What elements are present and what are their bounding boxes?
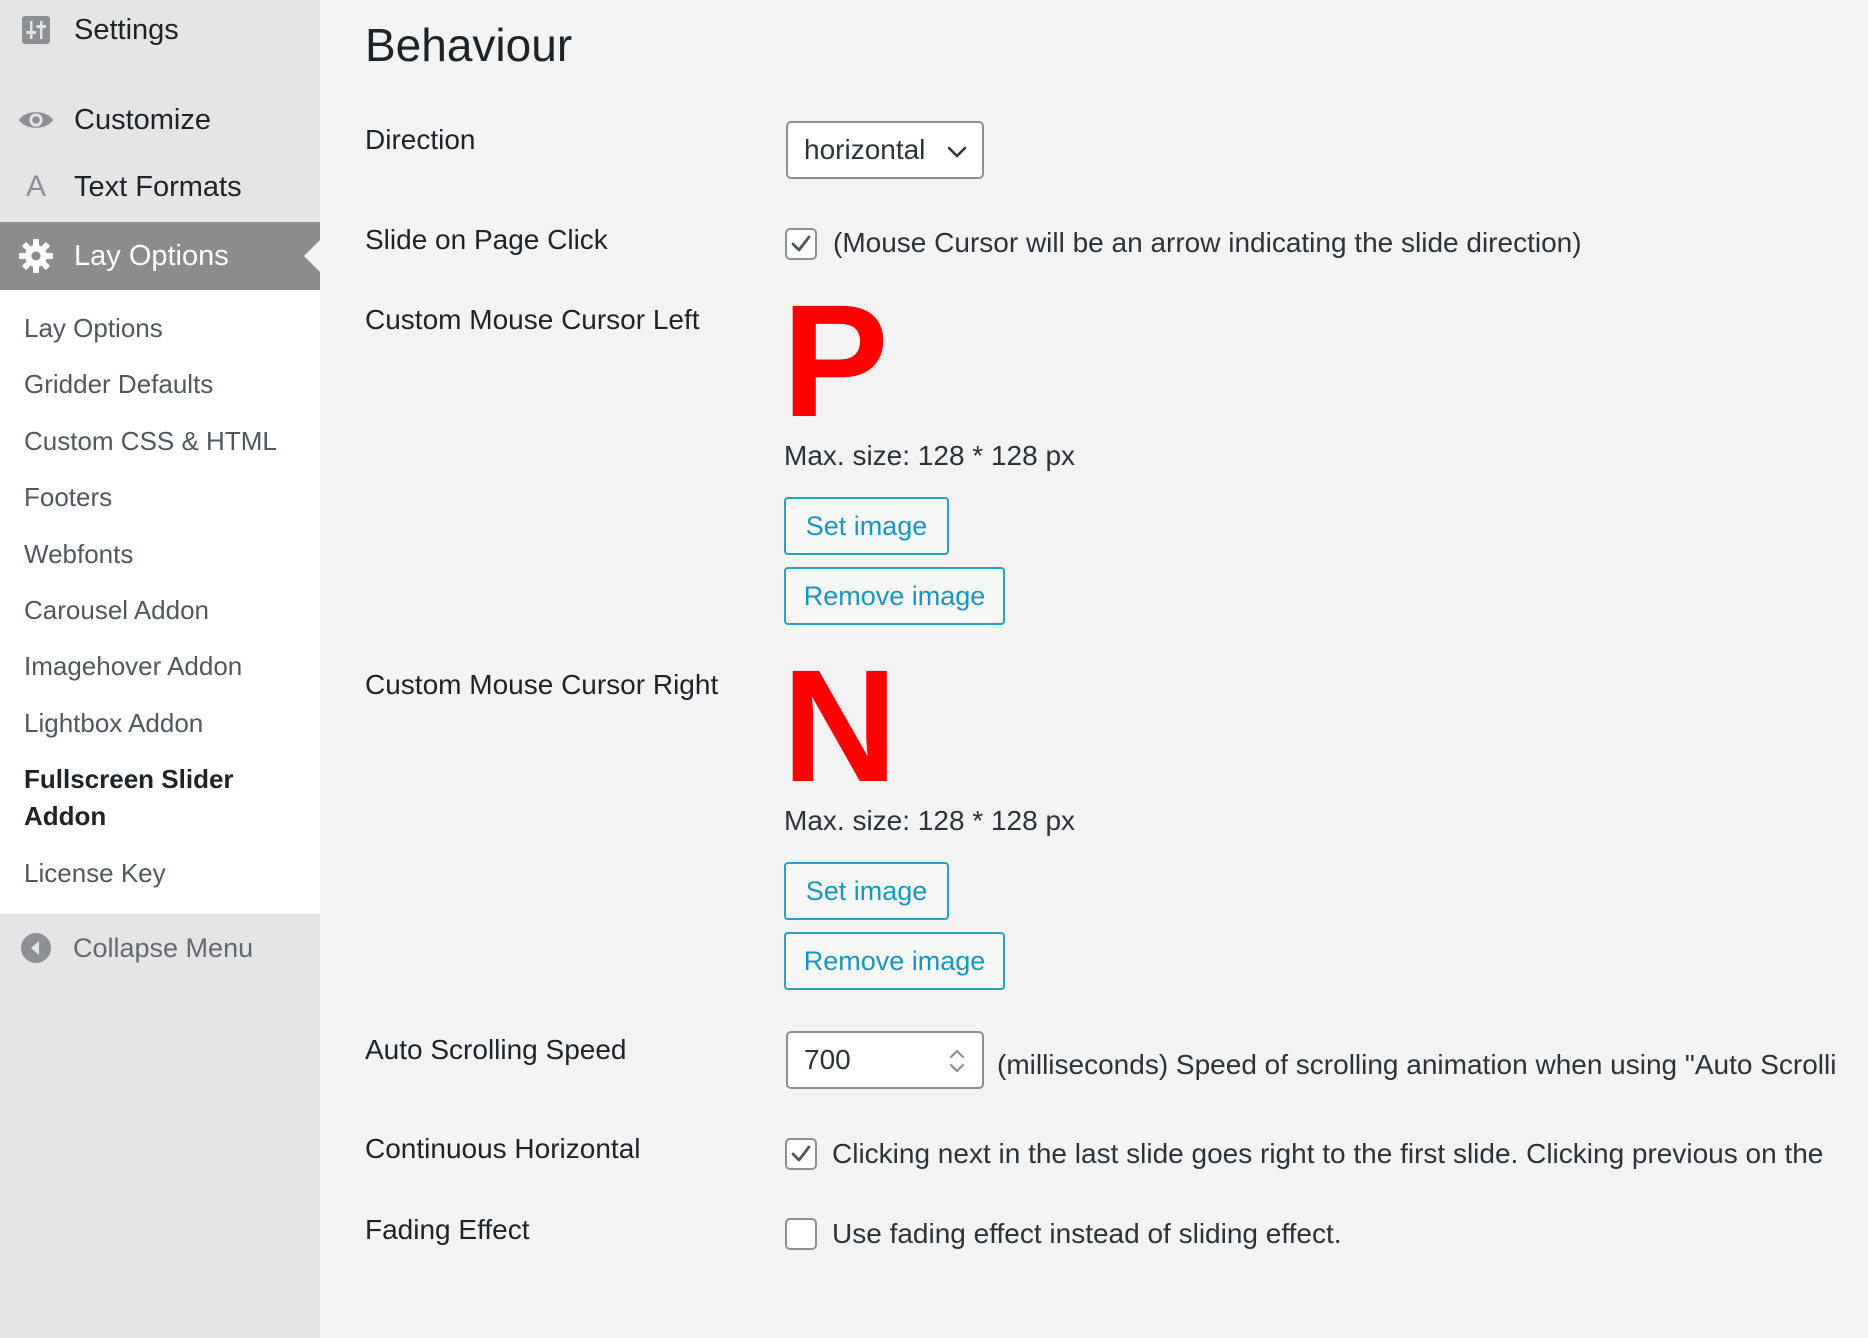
submenu-item-fullscreen-slider-addon[interactable]: Fullscreen Slider Addon [24, 761, 264, 835]
menu-item-label: Lay Options [74, 239, 229, 272]
checkmark-icon [791, 1145, 811, 1162]
main-content: Behaviour Direction horizontal Slide on … [320, 0, 1868, 1338]
slide-on-click-checkbox[interactable] [785, 228, 817, 260]
slide-on-click-description: (Mouse Cursor will be an arrow indicatin… [833, 227, 1582, 258]
auto-scroll-value: 700 [804, 1044, 851, 1075]
cursor-right-max-size: Max. size: 128 * 128 px [784, 805, 1076, 836]
direction-select[interactable]: horizontal [786, 121, 984, 179]
menu-item-settings[interactable]: Settings [0, 0, 320, 64]
eye-icon [18, 102, 54, 138]
cursor-left-remove-image-button[interactable]: Remove image [784, 567, 1005, 625]
submenu-item-lightbox-addon[interactable]: Lightbox Addon [24, 705, 304, 742]
menu-item-label: Text Formats [74, 170, 242, 203]
direction-select-value: horizontal [804, 134, 926, 165]
chevron-down-icon [947, 146, 967, 158]
collapse-menu-label: Collapse Menu [73, 932, 254, 963]
fading-description: Use fading effect instead of sliding eff… [832, 1218, 1342, 1249]
menu-item-label: Customize [74, 103, 211, 136]
continuous-label: Continuous Horizontal [365, 1133, 641, 1164]
menu-item-text-formats[interactable]: A Text Formats [0, 153, 320, 221]
cursor-right-set-image-button[interactable]: Set image [784, 862, 949, 920]
cursor-right-remove-image-button[interactable]: Remove image [784, 932, 1005, 990]
gear-icon [18, 238, 54, 274]
auto-scroll-input[interactable]: 700 [786, 1031, 984, 1089]
submenu-item-webfonts[interactable]: Webfonts [24, 536, 304, 573]
direction-label: Direction [365, 124, 476, 155]
page-title: Behaviour [365, 19, 573, 71]
continuous-description: Clicking next in the last slide goes rig… [832, 1138, 1824, 1169]
menu-item-label: Settings [74, 13, 179, 46]
text-a-icon: A [25, 170, 46, 203]
submenu-item-carousel-addon[interactable]: Carousel Addon [24, 592, 304, 629]
cursor-left-label: Custom Mouse Cursor Left [365, 304, 700, 335]
submenu-item-lay-options[interactable]: Lay Options [24, 310, 304, 347]
auto-scroll-label: Auto Scrolling Speed [365, 1034, 627, 1065]
admin-sidebar: Settings Customize A Text Formats Lay Op… [0, 0, 320, 1338]
menu-item-customize[interactable]: Customize [0, 86, 320, 154]
fading-label: Fading Effect [365, 1214, 530, 1245]
cursor-right-label: Custom Mouse Cursor Right [365, 669, 719, 700]
collapse-menu-button[interactable]: Collapse Menu [0, 920, 320, 976]
cursor-left-preview: P [782, 296, 889, 426]
fading-checkbox[interactable] [785, 1218, 817, 1250]
continuous-checkbox[interactable] [785, 1138, 817, 1170]
submenu-item-imagehover-addon[interactable]: Imagehover Addon [24, 648, 304, 685]
collapse-arrow-icon [19, 931, 53, 965]
submenu-item-gridder-defaults[interactable]: Gridder Defaults [24, 366, 304, 403]
number-spinner-icon[interactable] [946, 1044, 968, 1078]
cursor-left-set-image-button[interactable]: Set image [784, 497, 949, 555]
settings-sliders-icon [18, 12, 54, 48]
auto-scroll-description: (milliseconds) Speed of scrolling animat… [997, 1049, 1837, 1080]
checkmark-icon [791, 235, 811, 252]
cursor-left-max-size: Max. size: 128 * 128 px [784, 440, 1076, 471]
slide-on-click-label: Slide on Page Click [365, 224, 608, 255]
submenu-item-footers[interactable]: Footers [24, 479, 304, 516]
menu-item-lay-options[interactable]: Lay Options [0, 222, 320, 290]
submenu: Lay Options Gridder Defaults Custom CSS … [0, 290, 320, 914]
cursor-right-preview: N [782, 661, 898, 791]
submenu-item-custom-css-html[interactable]: Custom CSS & HTML [24, 423, 304, 460]
submenu-item-license-key[interactable]: License Key [24, 855, 304, 892]
